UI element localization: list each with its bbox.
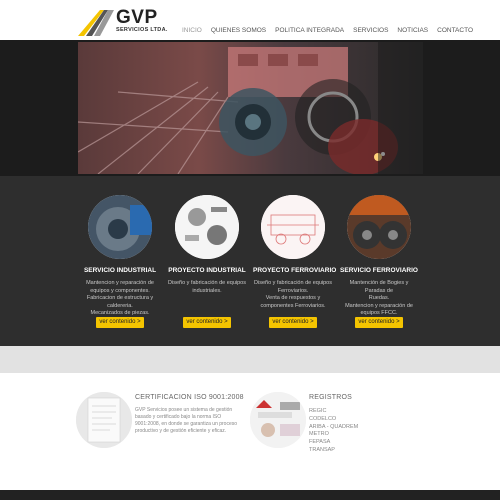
ver-contenido-button[interactable]: ver contenido > <box>269 317 317 328</box>
ver-contenido-button[interactable]: ver contenido > <box>355 317 403 328</box>
logo-subtitle: SERVICIOS LTDA. <box>116 27 168 33</box>
service-description: Mantención de Bogies y Paradas de Ruedas… <box>345 280 413 316</box>
service-title: PROYECTO INDUSTRIAL <box>168 267 246 274</box>
main-nav: INICIO QUIENES SOMOS POLITICA INTEGRADA … <box>182 27 482 34</box>
service-description: Mantencion y reparación de equipos y com… <box>86 280 154 316</box>
service-description: Diseño y fabricación de equipos industri… <box>168 280 246 294</box>
certificate-image[interactable] <box>76 392 132 448</box>
ver-contenido-button[interactable]: ver contenido > <box>96 317 144 328</box>
service-description: Diseño y fabricación de equipos Ferrovia… <box>254 280 332 309</box>
service-title: SERVICIO FERROVIARIO <box>340 267 418 274</box>
list-item: METRO <box>309 431 329 438</box>
service-card-proyecto-industrial: PROYECTO INDUSTRIAL Diseño y fabricación… <box>167 195 247 295</box>
ver-contenido-button[interactable]: ver contenido > <box>183 317 231 328</box>
registros-list: REGIC CODELCO ARIBA - QUADREM METRO FEPA… <box>309 408 358 455</box>
hero-collage-image <box>78 42 423 174</box>
nav-quienes-somos[interactable]: QUIENES SOMOS <box>211 27 266 34</box>
service-image-proyecto-industrial[interactable] <box>175 195 239 259</box>
list-item: FEPASA <box>309 439 331 446</box>
service-card-proyecto-ferroviario: PROYECTO FERROVIARIO Diseño y fabricació… <box>253 195 337 310</box>
service-image-proyecto-ferroviario[interactable] <box>261 195 325 259</box>
list-item: REGIC <box>309 408 327 414</box>
logo[interactable]: GVP SERVICIOS LTDA. <box>78 7 168 36</box>
service-image-ferroviario[interactable] <box>347 195 411 259</box>
nav-politica-integrada[interactable]: POLITICA INTEGRADA <box>275 27 344 34</box>
services-section <box>0 176 500 346</box>
logo-stripes-icon <box>78 10 114 36</box>
certification-text: GVP Servicios posee un sistema de gestió… <box>135 407 238 434</box>
site-footer <box>0 490 500 500</box>
nav-servicios[interactable]: SERVICIOS <box>353 27 388 34</box>
service-card-industrial: SERVICIO INDUSTRIAL Mantencion y reparac… <box>80 195 160 318</box>
hero-slider-image[interactable] <box>78 42 423 174</box>
service-title: SERVICIO INDUSTRIAL <box>83 267 157 274</box>
registros-title: REGISTROS <box>309 394 353 401</box>
list-item: ARIBA - QUADREM <box>309 423 359 430</box>
service-title: PROYECTO FERROVIARIO <box>253 267 337 274</box>
logo-name: GVP <box>116 7 158 28</box>
nav-contacto[interactable]: CONTACTO <box>437 27 473 34</box>
service-image-industrial[interactable] <box>88 195 152 259</box>
service-card-ferroviario: SERVICIO FERROVIARIO Mantención de Bogie… <box>339 195 419 318</box>
certification-title: CERTIFICACION ISO 9001:2008 <box>135 394 244 401</box>
registros-logos-image[interactable] <box>250 392 306 448</box>
list-item: CODELCO <box>309 415 337 422</box>
info-section <box>0 373 500 490</box>
list-item: TRANSAP <box>309 446 335 453</box>
nav-inicio[interactable]: INICIO <box>182 27 202 34</box>
nav-noticias[interactable]: NOTICIAS <box>397 27 428 34</box>
divider-band <box>0 346 500 373</box>
site-header <box>0 0 500 40</box>
